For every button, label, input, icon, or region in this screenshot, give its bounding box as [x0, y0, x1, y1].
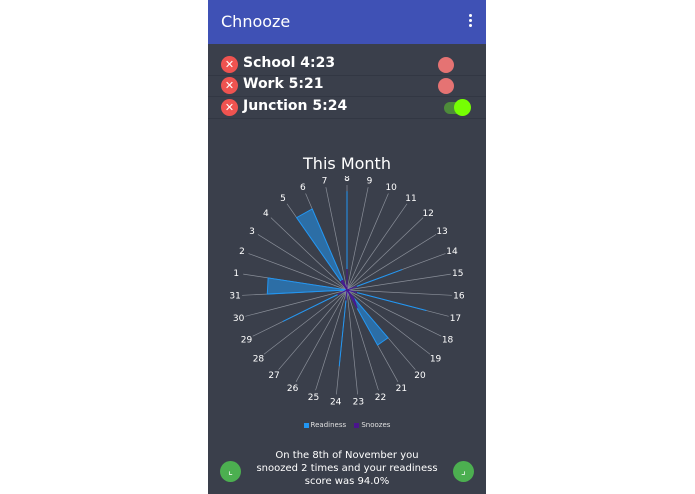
phone-screen: Chnooze ✕ School 4:23 ✕ Work 5:21 ✕ Junc… [208, 0, 486, 494]
alarm-label: Work 5:21 [243, 76, 324, 92]
more-vert-icon[interactable] [462, 12, 478, 32]
alarm-toggle-thumb[interactable] [454, 99, 471, 116]
radar-spoke [245, 289, 348, 317]
radar-category-label: 15 [452, 269, 463, 279]
radar-spoke [346, 289, 379, 391]
alarm-toggle[interactable] [438, 78, 454, 94]
radar-spoke [346, 193, 389, 291]
radar-chart[interactable]: 8 910111213141516171819202122232425262728… [208, 176, 486, 416]
legend-item-snoozes: Snoozes [354, 421, 390, 429]
radar-category-label: 20 [414, 371, 426, 381]
app-title: Chnooze [221, 12, 291, 31]
alarm-row[interactable]: ✕ School 4:23 [208, 54, 486, 76]
radar-category-label: 4 [263, 209, 269, 219]
radar-category-label: 25 [308, 393, 319, 403]
radar-category-label: 2 [239, 247, 245, 257]
radar-category-label: 22 [375, 393, 386, 403]
summary-text: On the 8th of November you snoozed 2 tim… [238, 449, 456, 488]
close-icon[interactable]: ✕ [221, 77, 238, 94]
radar-spoke [346, 217, 424, 291]
radar-category-label: 16 [453, 292, 465, 302]
radar-category-label: 21 [396, 384, 407, 394]
summary-line: snoozed 2 times and your readiness [256, 463, 438, 474]
radar-category-label: 12 [422, 209, 433, 219]
alarm-toggle[interactable] [438, 57, 454, 73]
legend-label: Readiness [310, 421, 347, 429]
radar-category-label: 23 [353, 397, 364, 407]
radar-category-label: 1 [233, 269, 239, 279]
radar-category-label: 28 [253, 355, 265, 365]
radar-category-label: 27 [268, 371, 279, 381]
alarm-row[interactable]: ✕ Junction 5:24 [208, 97, 486, 119]
alarm-label: School 4:23 [243, 55, 336, 71]
radar-category-label: 7 [322, 176, 328, 186]
radar-category-label: 24 [330, 397, 342, 407]
radar-category-label: 11 [405, 194, 416, 204]
radar-category-label: 6 [300, 183, 306, 193]
summary-line: On the 8th of November you [275, 450, 419, 461]
legend-swatch [354, 422, 360, 428]
chart-title: This Month [303, 154, 391, 173]
radar-category-label: 19 [430, 355, 442, 365]
radar-category-label: 10 [385, 183, 397, 193]
radar-category-label: 9 [367, 176, 373, 186]
radar-spoke [346, 289, 431, 355]
summary-line: score was 94.0% [304, 476, 390, 487]
radar-spoke [263, 289, 348, 355]
selected-day-marker-icon: ⌄ [344, 176, 350, 183]
radar-category-label: 18 [442, 335, 454, 345]
radar-category-label: 5 [280, 194, 286, 204]
legend-swatch [303, 422, 309, 428]
radar-category-label: 30 [233, 314, 245, 324]
next-month-button[interactable]: ⌟ [453, 461, 474, 482]
radar-spoke [278, 289, 348, 370]
radar-category-label: 26 [287, 384, 299, 394]
app-bar: Chnooze [208, 0, 486, 44]
legend-label: Snoozes [361, 421, 391, 429]
radar-category-label: 29 [241, 335, 253, 345]
radar-category-label: 14 [446, 247, 458, 257]
radar-category-label: 13 [436, 227, 447, 237]
radar-category-label: 3 [249, 227, 255, 237]
radar-spoke [346, 273, 451, 291]
legend-item-readiness: Readiness [303, 421, 349, 429]
chart-legend: Readiness Snoozes [208, 421, 486, 429]
alarm-label: Junction 5:24 [243, 98, 348, 114]
alarm-row[interactable]: ✕ Work 5:21 [208, 75, 486, 97]
radar-category-label: 17 [450, 314, 461, 324]
radar-category-label: 31 [229, 292, 240, 302]
close-icon[interactable]: ✕ [221, 99, 238, 116]
close-icon[interactable]: ✕ [221, 56, 238, 73]
